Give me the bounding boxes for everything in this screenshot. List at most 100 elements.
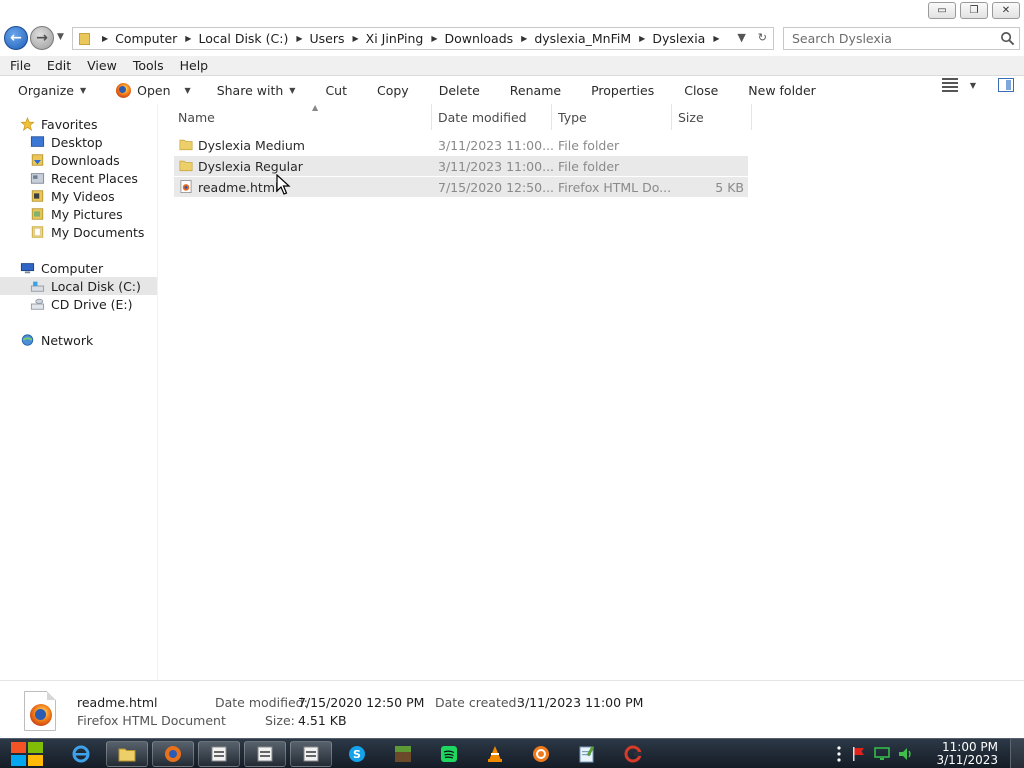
sidebar-item-favorites[interactable]: Favorites (0, 115, 157, 133)
cut-button[interactable]: Cut (317, 78, 355, 102)
taskbar-skype[interactable]: S (336, 741, 378, 767)
taskbar-vlc[interactable] (474, 741, 516, 767)
menu-edit[interactable]: Edit (39, 58, 79, 73)
file-row-selected[interactable]: readme.html 7/15/2020 12:50... Firefox H… (174, 177, 748, 197)
sidebar-item-computer[interactable]: Computer (0, 259, 157, 277)
chevron-right-icon[interactable]: ▶ (639, 34, 645, 43)
taskbar-internet-explorer[interactable] (60, 741, 102, 767)
clock-date: 3/11/2023 (936, 753, 998, 767)
breadcrumb-computer[interactable]: ▶ Computer (94, 31, 177, 46)
column-header-date-modified[interactable]: Date modified (432, 104, 552, 130)
videos-folder-icon (31, 190, 44, 202)
system-clock[interactable]: 11:00 PM 3/11/2023 (936, 741, 998, 767)
star-icon (20, 117, 35, 131)
back-button[interactable]: ← (4, 26, 28, 50)
computer-icon (20, 263, 35, 274)
address-bar[interactable]: ▶ Computer ▶ Local Disk (C:) ▶ Users ▶ Xi Ji… (72, 27, 774, 50)
sidebar-item-local-disk[interactable]: Local Disk (C:) (0, 277, 157, 295)
breadcrumb-users[interactable]: ▶ Users (288, 31, 344, 46)
share-with-button[interactable]: Share with ▼ (209, 78, 304, 102)
file-type: File folder (558, 137, 620, 153)
chevron-right-icon[interactable]: ▶ (102, 34, 108, 43)
properties-button[interactable]: Properties (583, 78, 662, 102)
search-input[interactable]: Search Dyslexia (792, 31, 892, 46)
sidebar-item-my-documents[interactable]: My Documents (0, 223, 157, 241)
open-button[interactable]: Open ▼ (108, 78, 199, 102)
preview-pane-icon[interactable] (998, 78, 1014, 92)
minecraft-icon (395, 746, 411, 762)
taskbar-file-explorer[interactable] (106, 741, 148, 767)
column-header-type[interactable]: Type (552, 104, 672, 130)
menu-view[interactable]: View (79, 58, 125, 73)
organize-button[interactable]: Organize ▼ (10, 78, 94, 102)
menu-help[interactable]: Help (172, 58, 217, 73)
local-disk-icon (30, 281, 45, 292)
sidebar-item-network[interactable]: Network (0, 331, 157, 349)
taskbar-ccleaner[interactable] (612, 741, 654, 767)
new-folder-button[interactable]: New folder (740, 78, 824, 102)
taskbar-notepad[interactable] (566, 741, 608, 767)
vlc-icon (488, 746, 502, 762)
arrow-left-icon: ← (10, 30, 22, 46)
chevron-down-icon: ▼ (80, 85, 87, 95)
taskbar-spotify[interactable] (428, 741, 470, 767)
chevron-right-icon[interactable]: ▶ (185, 34, 191, 43)
downloads-folder-icon (31, 154, 44, 166)
refresh-icon[interactable]: ↻ (758, 31, 767, 44)
taskbar-minecraft[interactable] (382, 741, 424, 767)
sidebar-item-recent-places[interactable]: Recent Places (0, 169, 157, 187)
chevron-right-icon[interactable]: ▶ (521, 34, 527, 43)
close-button[interactable]: ✕ (992, 2, 1020, 19)
sidebar-item-my-videos[interactable]: My Videos (0, 187, 157, 205)
minimize-button[interactable]: ▭ (928, 2, 956, 19)
sidebar-item-desktop[interactable]: Desktop (0, 133, 157, 151)
chevron-right-icon[interactable]: ▶ (431, 34, 437, 43)
column-header-size[interactable]: Size (672, 104, 752, 130)
sidebar-item-downloads[interactable]: Downloads (0, 151, 157, 169)
recent-pages-dropdown[interactable]: ▼ (57, 32, 64, 42)
taskbar-orange-app[interactable] (520, 741, 562, 767)
menu-file[interactable]: File (2, 58, 39, 73)
breadcrumb-current-folder[interactable]: ▶ Dyslexia ▶ (631, 31, 726, 46)
breadcrumb-user[interactable]: ▶ Xi JinPing (345, 31, 424, 46)
breadcrumb-downloads[interactable]: ▶ Downloads (423, 31, 513, 46)
volume-icon[interactable] (898, 746, 914, 762)
taskbar-app-window-2[interactable] (244, 741, 286, 767)
network-status-icon[interactable] (874, 746, 890, 762)
rename-button[interactable]: Rename (502, 78, 569, 102)
chevron-right-icon[interactable]: ▶ (296, 34, 302, 43)
windows-start-icon[interactable] (8, 740, 48, 768)
forward-button[interactable]: → (30, 26, 54, 50)
delete-button[interactable]: Delete (431, 78, 488, 102)
breadcrumb-archive-folder[interactable]: ▶ dyslexia_MnFiM (513, 31, 631, 46)
pictures-folder-icon (31, 208, 44, 220)
firefox-icon (30, 704, 52, 726)
file-row[interactable]: Dyslexia Medium 3/11/2023 11:00... File … (174, 135, 748, 155)
taskbar-app-window-1[interactable] (198, 741, 240, 767)
folder-icon (79, 32, 90, 45)
chevron-right-icon[interactable]: ▶ (353, 34, 359, 43)
breadcrumb-local-disk[interactable]: ▶ Local Disk (C:) (177, 31, 288, 46)
file-date-modified: 3/11/2023 11:00... (438, 137, 555, 153)
search-icon[interactable] (1000, 31, 1015, 46)
window-app-icon (257, 746, 273, 762)
tray-overflow-icon[interactable] (836, 745, 842, 763)
copy-button[interactable]: Copy (369, 78, 417, 102)
chevron-right-icon[interactable]: ▶ (713, 34, 719, 43)
sidebar-item-cd-drive[interactable]: CD Drive (E:) (0, 295, 157, 313)
sidebar-item-my-pictures[interactable]: My Pictures (0, 205, 157, 223)
maximize-button[interactable]: ❐ (960, 2, 988, 19)
action-center-flag-icon[interactable] (850, 746, 866, 762)
column-header-name[interactable]: Name ▲ (172, 103, 432, 130)
folder-icon (118, 748, 136, 762)
search-box[interactable]: Search Dyslexia (783, 27, 1020, 50)
restore-icon: ❐ (969, 5, 979, 16)
address-history-dropdown[interactable]: ▼ (737, 31, 745, 44)
close-file-button[interactable]: Close (676, 78, 726, 102)
file-row[interactable]: Dyslexia Regular 3/11/2023 11:00... File… (174, 156, 748, 176)
taskbar-app-window-3[interactable] (290, 741, 332, 767)
change-view-button[interactable]: ▼ (941, 78, 976, 92)
show-desktop-button[interactable] (1010, 739, 1024, 768)
menu-tools[interactable]: Tools (125, 58, 172, 73)
taskbar-firefox[interactable] (152, 741, 194, 767)
